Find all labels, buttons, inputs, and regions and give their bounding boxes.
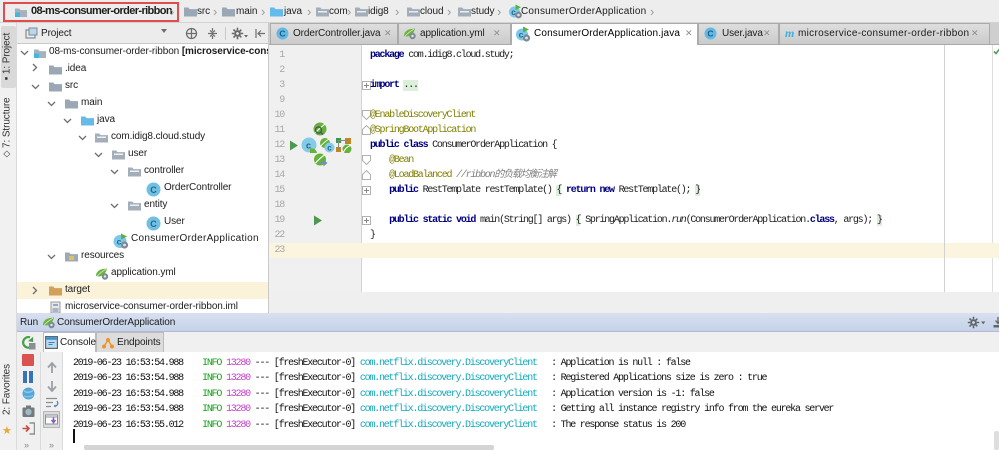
svg-text:c: c [117, 237, 122, 247]
svg-text:C: C [707, 29, 713, 39]
svg-text:C: C [150, 219, 157, 229]
svg-text:c: c [327, 144, 332, 153]
svg-text:C: C [150, 185, 157, 195]
svg-text:C: C [279, 29, 285, 39]
svg-text:c: c [519, 30, 524, 40]
